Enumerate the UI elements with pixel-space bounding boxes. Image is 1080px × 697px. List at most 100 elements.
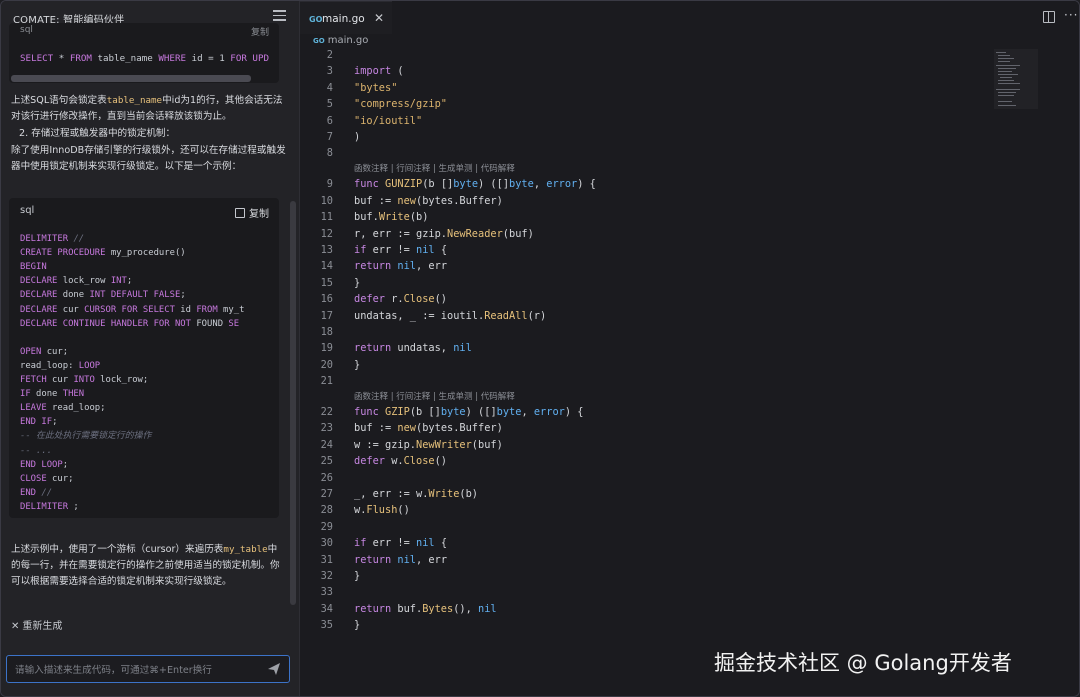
- code-hscrollbar[interactable]: [11, 75, 251, 82]
- code-token: WHERE: [158, 53, 187, 64]
- code-token: byte: [440, 406, 466, 418]
- sql-code-line: DECLARE done INT DEFAULT FALSE;: [20, 288, 186, 302]
- code-token: ReadAll: [484, 309, 528, 322]
- more-icon[interactable]: ···: [1064, 8, 1078, 22]
- code-token: err !=: [366, 243, 417, 256]
- code-token: (bytes.Buffer): [416, 422, 503, 435]
- sql-code-block-2: sql 复制 DELIMITER //CREATE PROCEDURE my_p…: [9, 198, 279, 518]
- code-line: 7): [300, 129, 900, 145]
- sql-code-line: OPEN cur;: [20, 345, 68, 359]
- code-token: nil: [416, 537, 435, 550]
- sql-code-line: LEAVE read_loop;: [20, 401, 106, 415]
- codelens-actions[interactable]: 函数注释 | 行间注释 | 生成单测 | 代码解释: [354, 391, 515, 403]
- code-token: done: [57, 290, 90, 301]
- code-token: (b): [459, 488, 479, 500]
- code-line: 20}: [300, 357, 900, 373]
- codelens-actions[interactable]: 函数注释 | 行间注释 | 生成单测 | 代码解释: [354, 163, 515, 175]
- code-token: error: [546, 178, 578, 191]
- code-token: SELECT: [20, 53, 54, 64]
- code-token: DECLARE CONTINUE HANDLER FOR NOT: [20, 318, 191, 329]
- code-token: //: [41, 487, 53, 498]
- code-line: 11 buf.Write(b): [300, 209, 900, 225]
- code-token: ) ([]: [478, 178, 510, 191]
- line-content: w.Flush(): [354, 502, 410, 518]
- line-number: 35: [320, 619, 333, 632]
- code-token: Close: [403, 455, 435, 468]
- code-token: (buf): [471, 438, 503, 451]
- code-line: 9 func GUNZIP(b []byte) ([]byte, error) {: [300, 176, 900, 192]
- code-token: buf.: [354, 211, 379, 224]
- code-token: , err: [416, 553, 448, 566]
- sql-code-line: IF done THEN: [20, 387, 84, 401]
- copy-button[interactable]: 复制: [235, 205, 269, 220]
- code-editor[interactable]: 2 3 import (4 "bytes" 5 "compress/gzip" 6 "i…: [300, 47, 1079, 687]
- line-number: 25: [320, 455, 333, 468]
- copy-icon: [235, 208, 245, 218]
- code-token: Flush: [366, 504, 398, 517]
- code-token: (b): [409, 211, 429, 224]
- code-token: cur;: [46, 473, 74, 484]
- code-line: 18: [300, 324, 900, 340]
- send-icon[interactable]: [267, 662, 281, 676]
- tab-main-go[interactable]: GO main.go ✕: [300, 1, 392, 34]
- code-token: w.: [385, 455, 404, 468]
- code-line: 25 defer w.Close(): [300, 453, 900, 469]
- code-token: id: [174, 304, 197, 315]
- code-token: if: [354, 537, 367, 550]
- code-token: defer: [354, 455, 385, 468]
- code-token: defer: [354, 293, 385, 306]
- code-token: DELIMITER: [20, 234, 74, 244]
- sql-code-block-1: sql 复制 SELECT * FROM table_name WHERE id…: [9, 23, 279, 83]
- code-token: ) ([]: [465, 406, 497, 418]
- regenerate-button[interactable]: ✕ 重新生成: [11, 617, 62, 632]
- copy-button[interactable]: 复制: [251, 25, 269, 38]
- code-line: 34 return buf.Bytes(), nil: [300, 601, 900, 617]
- code-line: 31 return nil, err: [300, 552, 900, 568]
- code-token: byte: [453, 178, 479, 191]
- code-token: "bytes": [354, 81, 398, 94]
- line-content: }: [354, 357, 360, 373]
- line-number: 9: [326, 178, 333, 191]
- code-line: 16 defer r.Close(): [300, 291, 900, 307]
- code-line: 15 }: [300, 275, 900, 291]
- breadcrumb[interactable]: GO main.go: [313, 35, 368, 46]
- sql-code-line: DELIMITER ;: [20, 500, 79, 514]
- code-token: *: [53, 53, 70, 64]
- line-content: defer w.Close(): [354, 453, 447, 469]
- code-token: (r): [527, 309, 547, 322]
- line-number: 22: [320, 406, 333, 418]
- code-token: FOR UPD: [230, 53, 270, 64]
- close-icon[interactable]: ✕: [374, 11, 384, 25]
- line-content: return nil, err: [354, 258, 447, 274]
- sql-code-line: read_loop: LOOP: [20, 359, 100, 373]
- minimap[interactable]: [994, 49, 1038, 109]
- split-editor-icon[interactable]: [1043, 11, 1055, 23]
- code-token: return: [354, 553, 392, 566]
- code-token: CLOSE: [20, 473, 47, 484]
- code-line: 6 "io/ioutil": [300, 113, 900, 129]
- code-token: read_loop;: [46, 403, 106, 414]
- line-content: if err != nil {: [354, 535, 447, 551]
- code-token: (): [397, 504, 410, 517]
- code-token: FETCH: [20, 375, 47, 385]
- line-number: 13: [320, 243, 333, 256]
- code-token: END: [20, 487, 42, 498]
- prompt-input[interactable]: [13, 660, 257, 680]
- sql-code-line: FETCH cur INTO lock_row;: [20, 373, 148, 387]
- code-token: FROM: [69, 53, 92, 64]
- sql-code-line: CREATE PROCEDURE my_procedure(): [20, 246, 186, 260]
- line-number: 32: [320, 570, 333, 582]
- code-token: ;: [52, 417, 58, 428]
- code-token: }: [354, 570, 361, 582]
- line-number: 11: [320, 211, 333, 224]
- code-token: Close: [403, 293, 435, 306]
- line-content: }: [354, 617, 360, 633]
- line-number: 16: [320, 293, 333, 306]
- panel-scrollbar[interactable]: [290, 201, 296, 605]
- code-token: w.: [354, 504, 367, 517]
- line-content: "io/ioutil": [354, 113, 422, 129]
- code-token: Write: [428, 488, 460, 500]
- code-token: my_t: [217, 304, 245, 315]
- code-token: INTO: [73, 375, 95, 385]
- menu-icon[interactable]: [273, 10, 286, 22]
